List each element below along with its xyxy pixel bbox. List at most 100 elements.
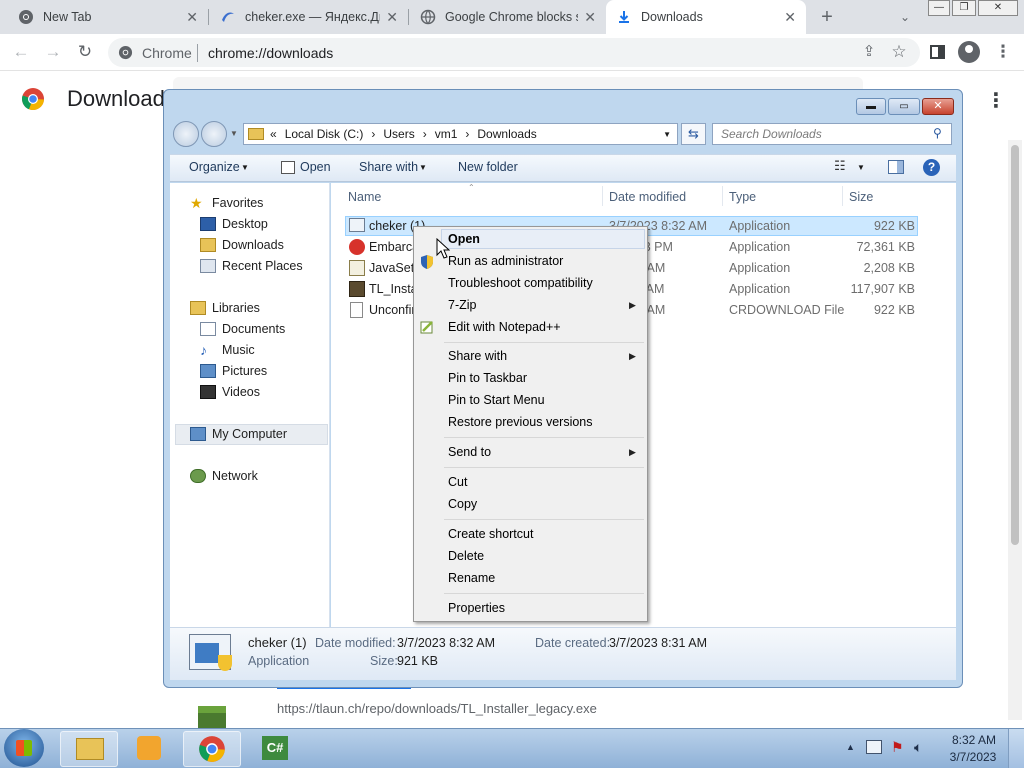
forward-icon[interactable]: → (40, 39, 66, 65)
nav-documents[interactable]: Documents (200, 322, 285, 336)
download-url[interactable]: https://tlaun.ch/repo/downloads/TL_Insta… (277, 701, 597, 716)
nav-videos[interactable]: Videos (200, 385, 260, 399)
preview-pane-icon[interactable] (888, 160, 904, 174)
menu-item-send-to[interactable]: Send to (448, 445, 491, 459)
menu-item-rename[interactable]: Rename (448, 571, 495, 585)
back-icon[interactable]: ← (8, 39, 34, 65)
bookmark-star-icon[interactable]: ☆ (886, 39, 912, 65)
clock-time[interactable]: 8:32 AM (948, 733, 1000, 747)
tab-downloads[interactable]: Downloads ✕ (606, 0, 806, 34)
start-button[interactable] (4, 729, 44, 767)
menu-item-troubleshoot[interactable]: Troubleshoot compatibility (448, 276, 593, 290)
close-icon[interactable]: ✕ (584, 9, 596, 26)
search-input[interactable]: Search Downloads (712, 123, 952, 145)
breadcrumb-separator[interactable]: › (465, 127, 469, 141)
help-icon[interactable]: ? (923, 159, 940, 176)
minimize-button[interactable]: ▬ (856, 98, 886, 115)
page-menu-icon[interactable]: ⋮ (986, 88, 1006, 113)
close-button[interactable]: ✕ (922, 98, 954, 115)
menu-item-delete[interactable]: Delete (448, 549, 484, 563)
column-divider[interactable] (722, 186, 723, 206)
profile-avatar[interactable] (958, 41, 980, 63)
menu-item-properties[interactable]: Properties (448, 601, 505, 615)
breadcrumb-local-disk[interactable]: Local Disk (C:) (285, 127, 364, 141)
new-folder-button[interactable]: New folder (458, 160, 518, 174)
taskbar-csharp[interactable]: C# (246, 731, 304, 767)
close-window-button[interactable]: ✕ (978, 0, 1018, 16)
column-type[interactable]: Type (729, 190, 756, 204)
recent-pages-chevron-icon[interactable]: ▼ (230, 129, 238, 138)
taskbar-chrome[interactable] (183, 731, 241, 767)
nav-music[interactable]: ♪ Music (200, 343, 255, 357)
nav-pictures[interactable]: Pictures (200, 364, 267, 378)
back-button[interactable] (173, 121, 199, 147)
menu-item-edit-notepadpp[interactable]: Edit with Notepad++ (448, 320, 561, 334)
tab-search-chevron-icon[interactable]: ⌄ (892, 4, 918, 30)
nav-libraries[interactable]: Libraries (190, 301, 260, 315)
breadcrumb-separator[interactable]: › (423, 127, 427, 141)
nav-favorites[interactable]: ★ Favorites (190, 196, 263, 210)
breadcrumb-users[interactable]: Users (383, 127, 414, 141)
forward-button[interactable] (201, 121, 227, 147)
omnibox-url[interactable]: chrome://downloads (208, 45, 333, 61)
new-tab-button[interactable]: + (814, 4, 840, 30)
menu-item-restore-versions[interactable]: Restore previous versions (448, 415, 593, 429)
menu-kebab-icon[interactable]: ⋮ (990, 39, 1016, 65)
nav-desktop[interactable]: Desktop (200, 217, 268, 231)
organize-button[interactable]: Organize (189, 160, 240, 174)
menu-item-create-shortcut[interactable]: Create shortcut (448, 527, 533, 541)
close-icon[interactable]: ✕ (186, 9, 198, 26)
column-date-modified[interactable]: Date modified (609, 190, 686, 204)
network-tray-icon[interactable] (866, 740, 882, 754)
menu-item-run-as-admin[interactable]: Run as administrator (448, 254, 563, 268)
breadcrumb-downloads[interactable]: Downloads (477, 127, 536, 141)
breadcrumb-back[interactable]: « (270, 127, 277, 141)
taskbar-explorer[interactable] (60, 731, 118, 767)
column-divider[interactable] (842, 186, 843, 206)
share-icon[interactable]: ⇪ (856, 39, 882, 65)
volume-tray-icon[interactable]: 🔈︎ (914, 739, 922, 756)
maximize-button[interactable]: ❐ (952, 0, 976, 16)
close-icon[interactable]: ✕ (784, 9, 796, 26)
side-panel-icon[interactable] (930, 45, 945, 59)
file-name[interactable]: TL_Insta (369, 282, 418, 296)
open-button[interactable]: Open (300, 160, 331, 174)
tab-new-tab[interactable]: New Tab ✕ (8, 0, 208, 34)
tab-google-search[interactable]: Google Chrome blocks so ✕ (410, 0, 606, 34)
menu-item-7zip[interactable]: 7-Zip (448, 298, 476, 312)
refresh-icon[interactable]: ⇆ (681, 123, 706, 145)
file-name[interactable]: Unconfir (369, 303, 416, 317)
column-name[interactable]: Name (348, 190, 381, 204)
file-name[interactable]: Embarca (369, 240, 419, 254)
column-size[interactable]: Size (849, 190, 873, 204)
menu-item-open[interactable]: Open (448, 232, 480, 246)
address-bar[interactable]: « Local Disk (C:) › Users › vm1 › Downlo… (243, 123, 678, 145)
show-desktop-button[interactable] (1008, 729, 1024, 768)
menu-item-pin-start[interactable]: Pin to Start Menu (448, 393, 545, 407)
nav-my-computer[interactable]: My Computer (190, 427, 287, 441)
share-with-button[interactable]: Share with (359, 160, 418, 174)
clock-date[interactable]: 3/7/2023 (946, 750, 1000, 764)
view-options-icon[interactable]: ☷ (834, 158, 846, 174)
menu-item-share-with[interactable]: Share with (448, 349, 507, 363)
nav-downloads[interactable]: Downloads (200, 238, 284, 252)
breadcrumb-separator[interactable]: › (371, 127, 375, 141)
menu-item-cut[interactable]: Cut (448, 475, 467, 489)
minimize-button[interactable]: — (928, 0, 950, 16)
address-dropdown-icon[interactable]: ▼ (663, 130, 671, 139)
tray-expand-icon[interactable]: ▲ (846, 742, 855, 752)
menu-item-copy[interactable]: Copy (448, 497, 477, 511)
tab-yandex-disk[interactable]: cheker.exe — Яндекс.Дис ✕ (210, 0, 408, 34)
column-divider[interactable] (602, 186, 603, 206)
maximize-button[interactable]: ▭ (888, 98, 920, 115)
close-icon[interactable]: ✕ (386, 9, 398, 26)
nav-network[interactable]: Network (190, 469, 258, 483)
chevron-down-icon[interactable]: ▼ (857, 163, 865, 172)
reload-icon[interactable]: ↻ (72, 39, 98, 65)
breadcrumb-vm1[interactable]: vm1 (435, 127, 458, 141)
nav-recent-places[interactable]: Recent Places (200, 259, 303, 273)
page-scrollbar[interactable] (1008, 140, 1022, 720)
menu-item-pin-taskbar[interactable]: Pin to Taskbar (448, 371, 527, 385)
taskbar-media-player[interactable] (121, 731, 179, 767)
flag-tray-icon[interactable]: ⚑ (891, 739, 904, 756)
